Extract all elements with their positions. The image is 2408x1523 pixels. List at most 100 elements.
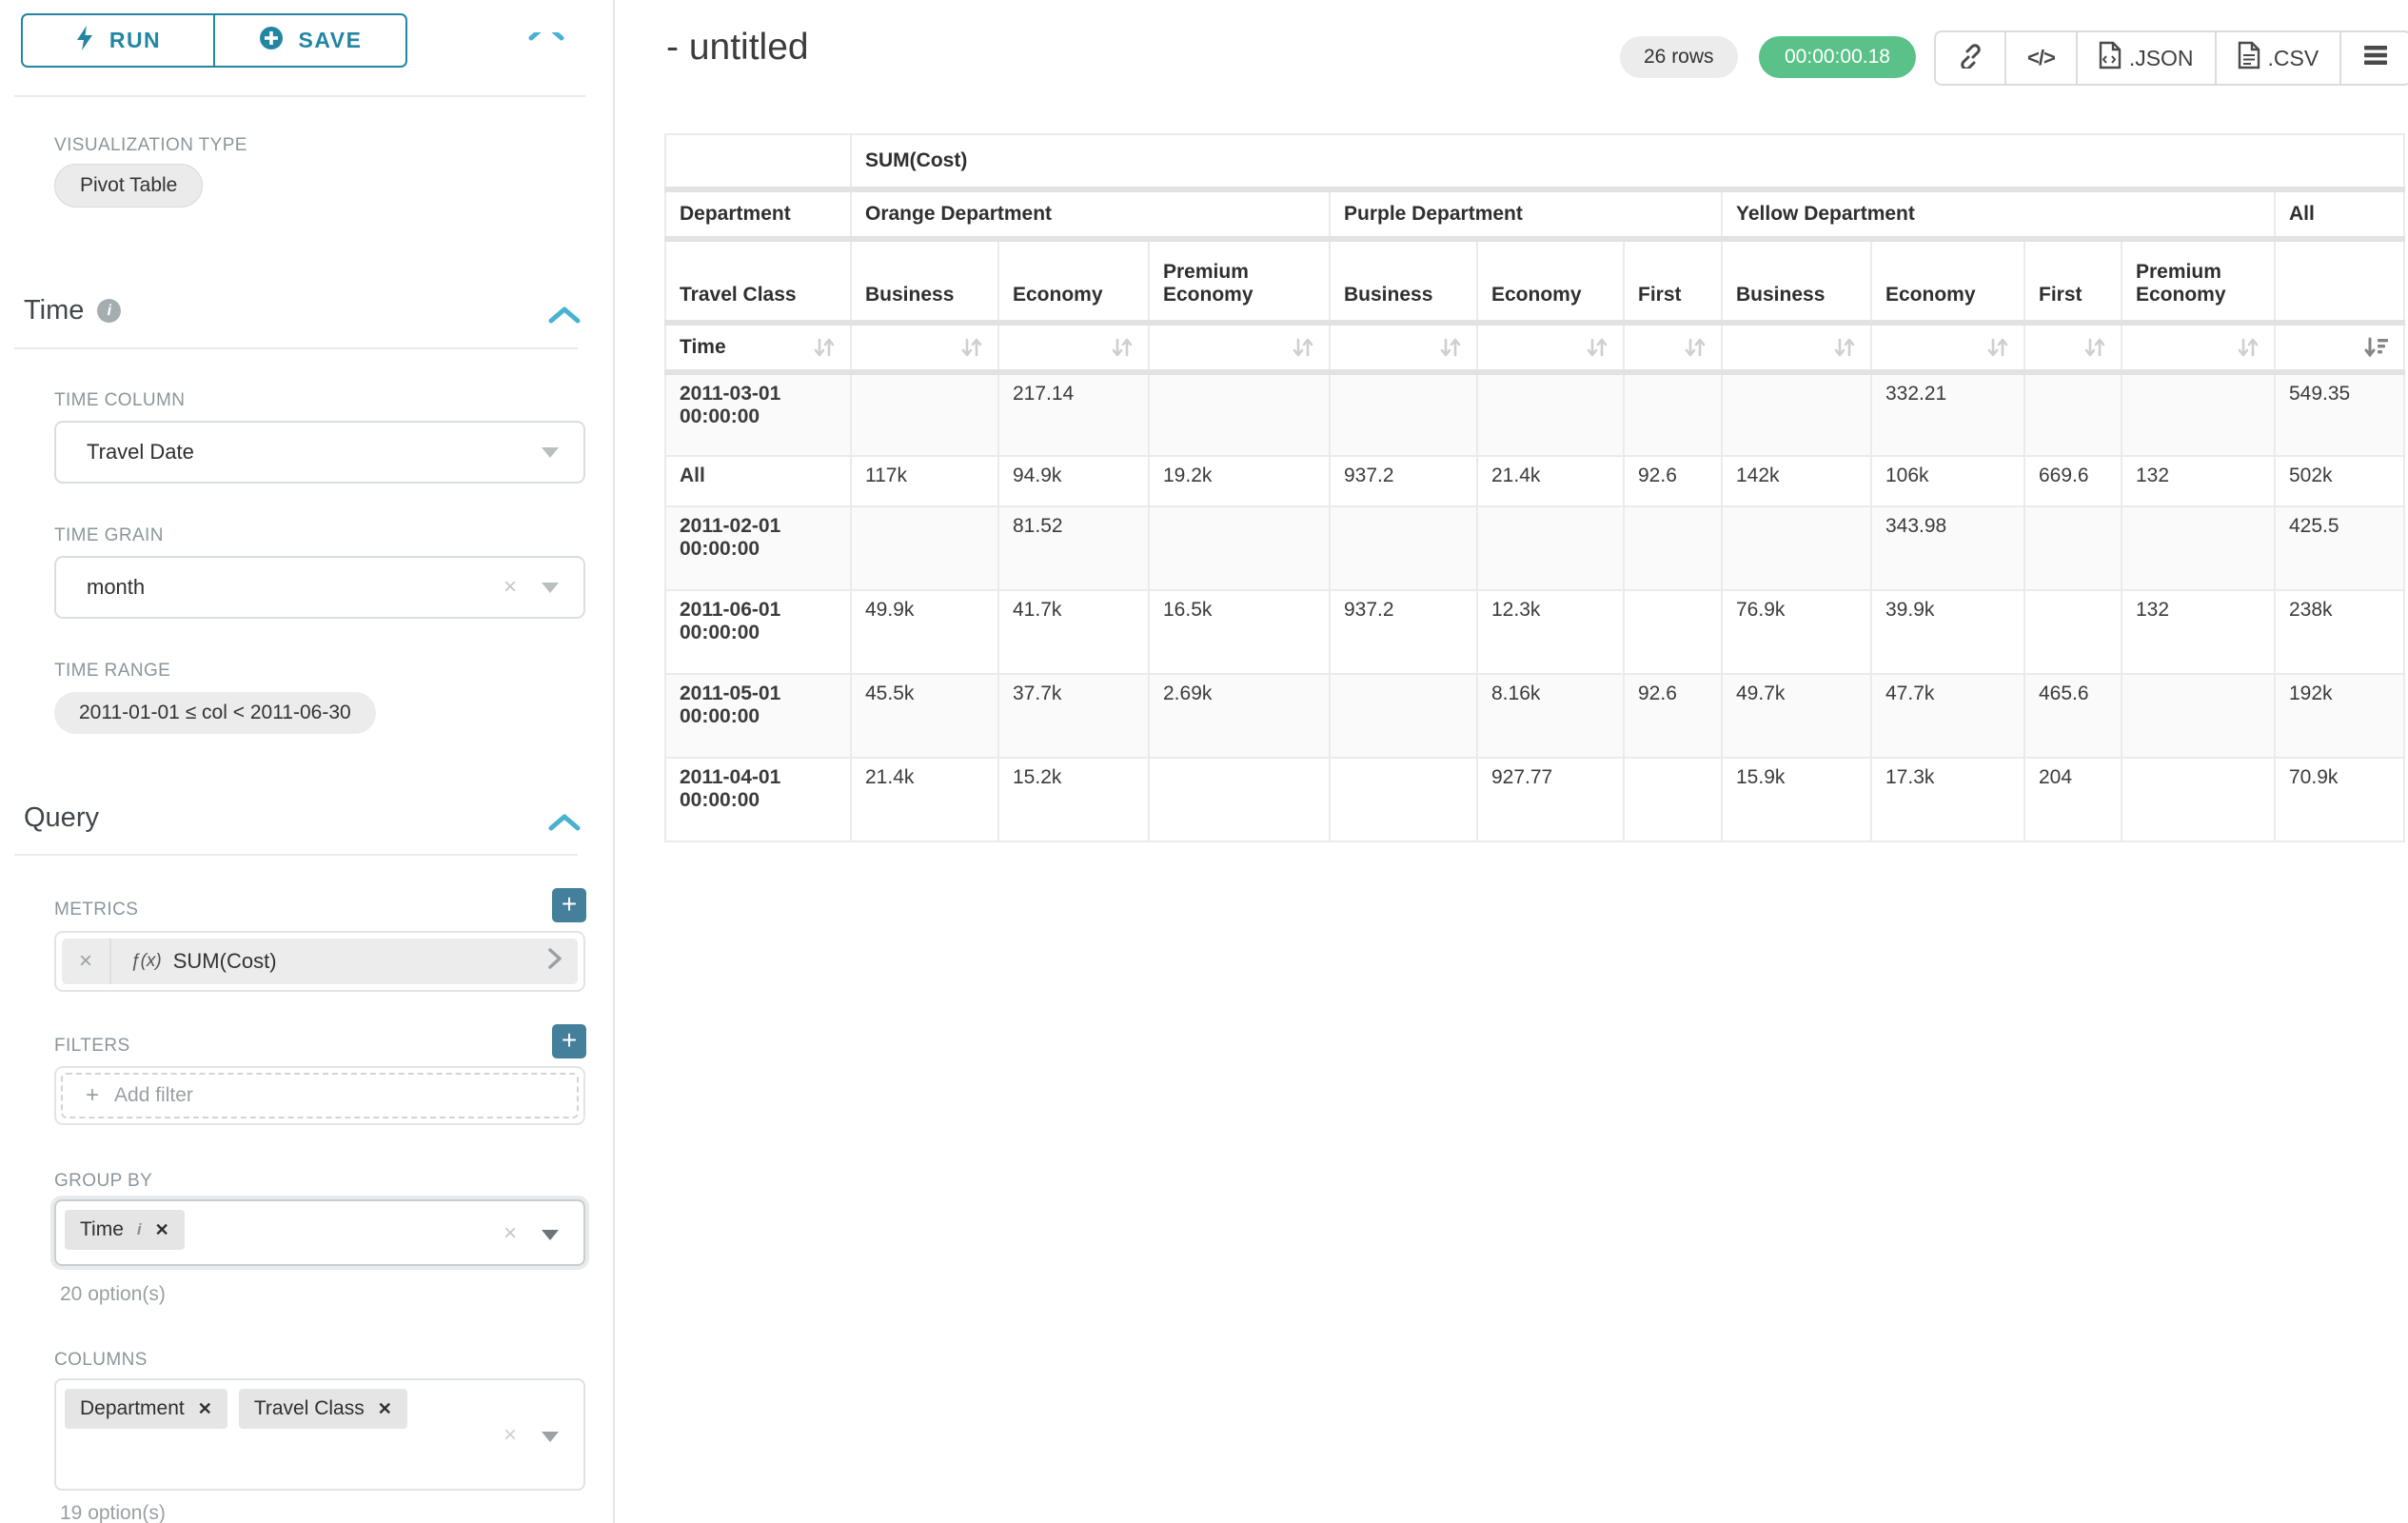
sort-icon[interactable] bbox=[2082, 335, 2107, 360]
chart-title[interactable]: - untitled bbox=[666, 27, 809, 69]
file-json-icon bbox=[2099, 41, 2122, 75]
group-by-label: GROUP BY bbox=[54, 1171, 152, 1192]
query-section-title: Query bbox=[24, 802, 99, 834]
pivot-cell: 8.16k bbox=[1477, 674, 1624, 758]
pivot-cell: 19.2k bbox=[1149, 456, 1330, 506]
columns-label: COLUMNS bbox=[54, 1350, 148, 1371]
pivot-cell bbox=[851, 372, 998, 456]
pivot-cell: 92.6 bbox=[1624, 456, 1722, 506]
visualization-type-label: VISUALIZATION TYPE bbox=[54, 135, 247, 156]
row-label: 2011-05-01 00:00:00 bbox=[665, 674, 851, 758]
add-filter-button[interactable]: + Add filter bbox=[61, 1073, 579, 1118]
columns-select[interactable]: Department✕Travel Class✕ × bbox=[54, 1378, 585, 1491]
metric-header: SUM(Cost) bbox=[851, 134, 2404, 189]
sort-column bbox=[1330, 323, 1477, 372]
pivot-cell bbox=[1330, 758, 1477, 841]
chevron-down-icon[interactable] bbox=[542, 583, 559, 593]
add-filter-plus-button[interactable]: + bbox=[552, 1024, 586, 1058]
pivot-cell: 37.7k bbox=[998, 674, 1149, 758]
plus-icon: + bbox=[86, 1082, 99, 1109]
time-section-title: Time i bbox=[24, 295, 121, 326]
pivot-cell: 12.3k bbox=[1477, 590, 1624, 674]
sort-column bbox=[1477, 323, 1624, 372]
pivot-cell: 343.98 bbox=[1871, 506, 2024, 590]
query-timer-badge: 00:00:00.18 bbox=[1759, 36, 1916, 78]
pivot-cell: 549.35 bbox=[2275, 372, 2404, 456]
columns-options-hint: 19 option(s) bbox=[60, 1502, 166, 1523]
chart-type-collapse-chevron-icon[interactable] bbox=[525, 32, 567, 44]
pivot-cell bbox=[1330, 674, 1477, 758]
sort-icon[interactable] bbox=[1291, 335, 1315, 360]
selected-option-token[interactable]: Department ✕ bbox=[65, 1389, 227, 1429]
query-section-collapse-chevron-icon[interactable] bbox=[546, 812, 582, 838]
chevron-down-icon[interactable] bbox=[542, 1432, 559, 1442]
sort-icon[interactable] bbox=[812, 335, 837, 360]
export-json-button[interactable]: .JSON bbox=[2076, 32, 2215, 84]
pivot-cell: 92.6 bbox=[1624, 674, 1722, 758]
token-label: Department bbox=[80, 1397, 185, 1420]
travel-class-header: Economy bbox=[1477, 239, 1624, 323]
chevron-down-icon[interactable] bbox=[542, 1230, 559, 1240]
pivot-cell: 39.9k bbox=[1871, 590, 2024, 674]
add-metric-button[interactable]: + bbox=[552, 888, 586, 922]
sort-descending-icon[interactable] bbox=[2363, 335, 2390, 360]
menu-button[interactable] bbox=[2339, 32, 2408, 84]
save-button[interactable]: SAVE bbox=[213, 13, 407, 68]
pivot-cell bbox=[1477, 506, 1624, 590]
sort-icon[interactable] bbox=[1585, 335, 1609, 360]
superset-explore-view: Chart Type RUN SAVE VISUALIZATION TYPE P… bbox=[0, 0, 2408, 1523]
remove-token-icon[interactable]: ✕ bbox=[155, 1220, 169, 1240]
remove-token-icon[interactable]: ✕ bbox=[198, 1399, 212, 1419]
chevron-right-icon[interactable] bbox=[547, 947, 563, 976]
share-link-button[interactable] bbox=[1936, 32, 2004, 84]
chevron-down-icon[interactable] bbox=[542, 447, 559, 458]
metric-pill[interactable]: × ƒ(x) SUM(Cost) bbox=[62, 939, 578, 984]
sort-column bbox=[1722, 323, 1871, 372]
remove-token-icon[interactable]: ✕ bbox=[378, 1399, 392, 1419]
clear-icon[interactable]: × bbox=[503, 574, 517, 601]
time-range-pill[interactable]: 2011-01-01 ≤ col < 2011-06-30 bbox=[54, 692, 376, 734]
clear-icon[interactable]: × bbox=[503, 1220, 517, 1247]
pivot-cell bbox=[2024, 506, 2122, 590]
sort-icon[interactable] bbox=[1832, 335, 1857, 360]
remove-metric-icon[interactable]: × bbox=[62, 939, 111, 984]
sort-icon[interactable] bbox=[1683, 335, 1707, 360]
run-button[interactable]: RUN bbox=[21, 13, 215, 68]
sort-column-active bbox=[2275, 323, 2404, 372]
pivot-cell bbox=[1624, 758, 1722, 841]
table-row: 2011-03-01 00:00:00217.14332.21549.35 bbox=[665, 372, 2404, 456]
info-icon[interactable]: i bbox=[97, 299, 121, 323]
divider bbox=[14, 347, 578, 349]
time-grain-select[interactable]: month × bbox=[54, 556, 585, 619]
table-row: 2011-02-01 00:00:0081.52343.98425.5 bbox=[665, 506, 2404, 590]
sort-icon[interactable] bbox=[1985, 335, 2010, 360]
time-column-select[interactable]: Travel Date bbox=[54, 421, 585, 484]
clear-icon[interactable]: × bbox=[503, 1422, 517, 1449]
pivot-cell: 41.7k bbox=[998, 590, 1149, 674]
view-query-button[interactable]: </> bbox=[2004, 32, 2076, 84]
pivot-cell: 21.4k bbox=[851, 758, 998, 841]
export-csv-button[interactable]: .CSV bbox=[2215, 32, 2340, 84]
sort-icon[interactable] bbox=[2236, 335, 2260, 360]
travel-class-header: Business bbox=[851, 239, 998, 323]
pivot-cell bbox=[2024, 372, 2122, 456]
time-sort-header: Time bbox=[665, 323, 851, 372]
department-group-header: Yellow Department bbox=[1722, 189, 2275, 239]
table-row: 2011-05-01 00:00:0045.5k37.7k2.69k8.16k9… bbox=[665, 674, 2404, 758]
pivot-cell: 465.6 bbox=[2024, 674, 2122, 758]
info-icon[interactable]: i bbox=[137, 1220, 142, 1239]
travel-class-header: Premium Economy bbox=[2122, 239, 2275, 323]
selected-option-token[interactable]: Timei✕ bbox=[65, 1210, 185, 1250]
sort-icon[interactable] bbox=[959, 335, 984, 360]
pivot-cell: 15.2k bbox=[998, 758, 1149, 841]
sort-icon[interactable] bbox=[1110, 335, 1135, 360]
visualization-type-pill[interactable]: Pivot Table bbox=[54, 164, 203, 208]
pivot-cell bbox=[2122, 372, 2275, 456]
pivot-cell: 76.9k bbox=[1722, 590, 1871, 674]
time-section-collapse-chevron-icon[interactable] bbox=[546, 305, 582, 330]
selected-option-token[interactable]: Travel Class✕ bbox=[239, 1389, 407, 1429]
pivot-cell bbox=[1330, 372, 1477, 456]
travel-class-header: Business bbox=[1330, 239, 1477, 323]
group-by-select[interactable]: Timei✕ × bbox=[54, 1199, 585, 1266]
sort-icon[interactable] bbox=[1438, 335, 1463, 360]
